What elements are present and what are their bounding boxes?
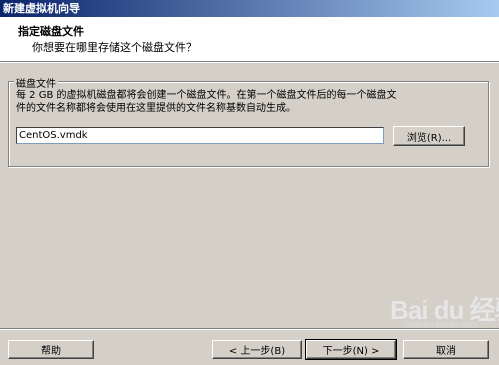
window-title: 新建虚拟机向导 [0, 0, 499, 17]
footer-divider-highlight [0, 329, 499, 330]
next-button[interactable]: 下一步(N) > [305, 339, 397, 360]
description-line-1: 每 2 GB 的虚拟机磁盘都将会创建一个磁盘文件。在第一个磁盘文件后的每一个磁盘… [16, 90, 397, 101]
disk-file-legend: 磁盘文件 [14, 75, 58, 90]
back-button[interactable]: < 上一步(B) [212, 340, 302, 359]
disk-file-name-input[interactable] [16, 127, 384, 144]
header-divider [0, 62, 499, 63]
page-title: 指定磁盘文件 [18, 25, 84, 38]
cancel-button[interactable]: 取消 [403, 340, 489, 359]
description-line-2: 件的文件名称都将会使用在这里提供的文件名称基数自动生成。 [16, 103, 296, 114]
baidu-jingyan-watermark: Bai du 经验 jingyan.baidu.com [390, 290, 499, 330]
help-button[interactable]: 帮助 [8, 340, 94, 359]
disk-file-description: 每 2 GB 的虚拟机磁盘都将会创建一个磁盘文件。在第一个磁盘文件后的每一个磁盘… [16, 89, 484, 115]
page-subtitle: 你想要在哪里存储这个磁盘文件？ [32, 41, 197, 54]
browse-button[interactable]: 浏览(R)... [393, 126, 465, 146]
wizard-header: 指定磁盘文件 你想要在哪里存储这个磁盘文件？ [0, 17, 499, 62]
